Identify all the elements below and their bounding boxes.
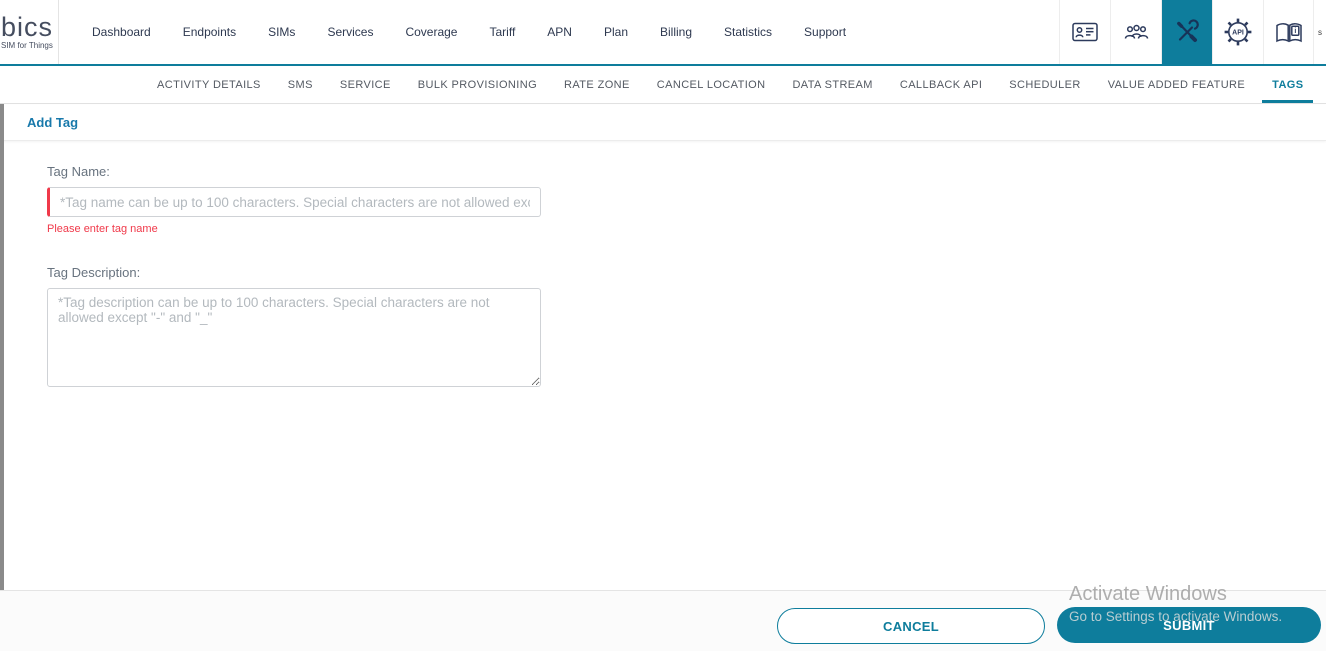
api-gear-icon[interactable]: API <box>1212 0 1263 64</box>
tag-description-label: Tag Description: <box>47 265 141 280</box>
svg-text:i: i <box>1294 28 1296 35</box>
main-nav: Dashboard Endpoints SIMs Services Coverage Ta… <box>92 0 846 64</box>
nav-item-tariff[interactable]: Tariff <box>489 25 515 39</box>
left-edge-strip <box>0 104 4 651</box>
tab-value-added-feature[interactable]: VALUE ADDED FEATURE <box>1108 66 1245 103</box>
form-footer: CANCEL SUBMIT <box>0 590 1326 651</box>
add-tag-form: Tag Name: Please enter tag name Tag Desc… <box>47 141 647 387</box>
submit-button[interactable]: SUBMIT <box>1057 607 1321 643</box>
contact-card-icon[interactable] <box>1059 0 1110 64</box>
tag-name-input[interactable] <box>47 187 541 217</box>
cancel-button[interactable]: CANCEL <box>777 608 1045 644</box>
top-header: bics SIM for Things Dashboard Endpoints SI… <box>0 0 1326 66</box>
docs-book-icon[interactable]: i <box>1263 0 1314 64</box>
tab-rate-zone[interactable]: RATE ZONE <box>564 66 630 103</box>
nav-item-coverage[interactable]: Coverage <box>405 25 457 39</box>
brand-logo[interactable]: bics SIM for Things <box>0 0 59 64</box>
nav-item-services[interactable]: Services <box>327 25 373 39</box>
tab-sms[interactable]: SMS <box>288 66 313 103</box>
nav-item-statistics[interactable]: Statistics <box>724 25 772 39</box>
page-title: Add Tag <box>27 115 79 130</box>
tag-name-label: Tag Name: <box>47 164 110 179</box>
tab-service[interactable]: SERVICE <box>340 66 391 103</box>
tab-bulk-provisioning[interactable]: BULK PROVISIONING <box>418 66 537 103</box>
page-title-bar: Add Tag <box>0 105 1326 141</box>
tab-cancel-location[interactable]: CANCEL LOCATION <box>657 66 766 103</box>
nav-item-apn[interactable]: APN <box>547 25 572 39</box>
user-groups-icon[interactable] <box>1110 0 1161 64</box>
sub-nav-tabs: ACTIVITY DETAILS SMS SERVICE BULK PROVISION… <box>0 66 1326 104</box>
nav-item-dashboard[interactable]: Dashboard <box>92 25 151 39</box>
tab-scheduler[interactable]: SCHEDULER <box>1009 66 1080 103</box>
tools-icon[interactable] <box>1161 0 1212 64</box>
nav-item-billing[interactable]: Billing <box>660 25 692 39</box>
nav-item-support[interactable]: Support <box>804 25 846 39</box>
tab-activity-details[interactable]: ACTIVITY DETAILS <box>157 66 261 103</box>
nav-item-sims[interactable]: SIMs <box>268 25 295 39</box>
brand-logo-text: bics <box>1 12 54 42</box>
svg-text:API: API <box>1232 30 1244 37</box>
tab-data-stream[interactable]: DATA STREAM <box>792 66 872 103</box>
nav-item-endpoints[interactable]: Endpoints <box>183 25 236 39</box>
tag-description-textarea[interactable] <box>47 288 541 387</box>
nav-item-plan[interactable]: Plan <box>604 25 628 39</box>
clipped-edge-text: s <box>1318 27 1322 37</box>
tag-name-error: Please enter tag name <box>47 223 158 235</box>
header-icon-cells: API i <box>1059 0 1314 64</box>
tab-tags[interactable]: TAGS <box>1262 66 1314 103</box>
brand-tagline: SIM for Things <box>1 41 53 50</box>
tab-callback-api[interactable]: CALLBACK API <box>900 66 982 103</box>
